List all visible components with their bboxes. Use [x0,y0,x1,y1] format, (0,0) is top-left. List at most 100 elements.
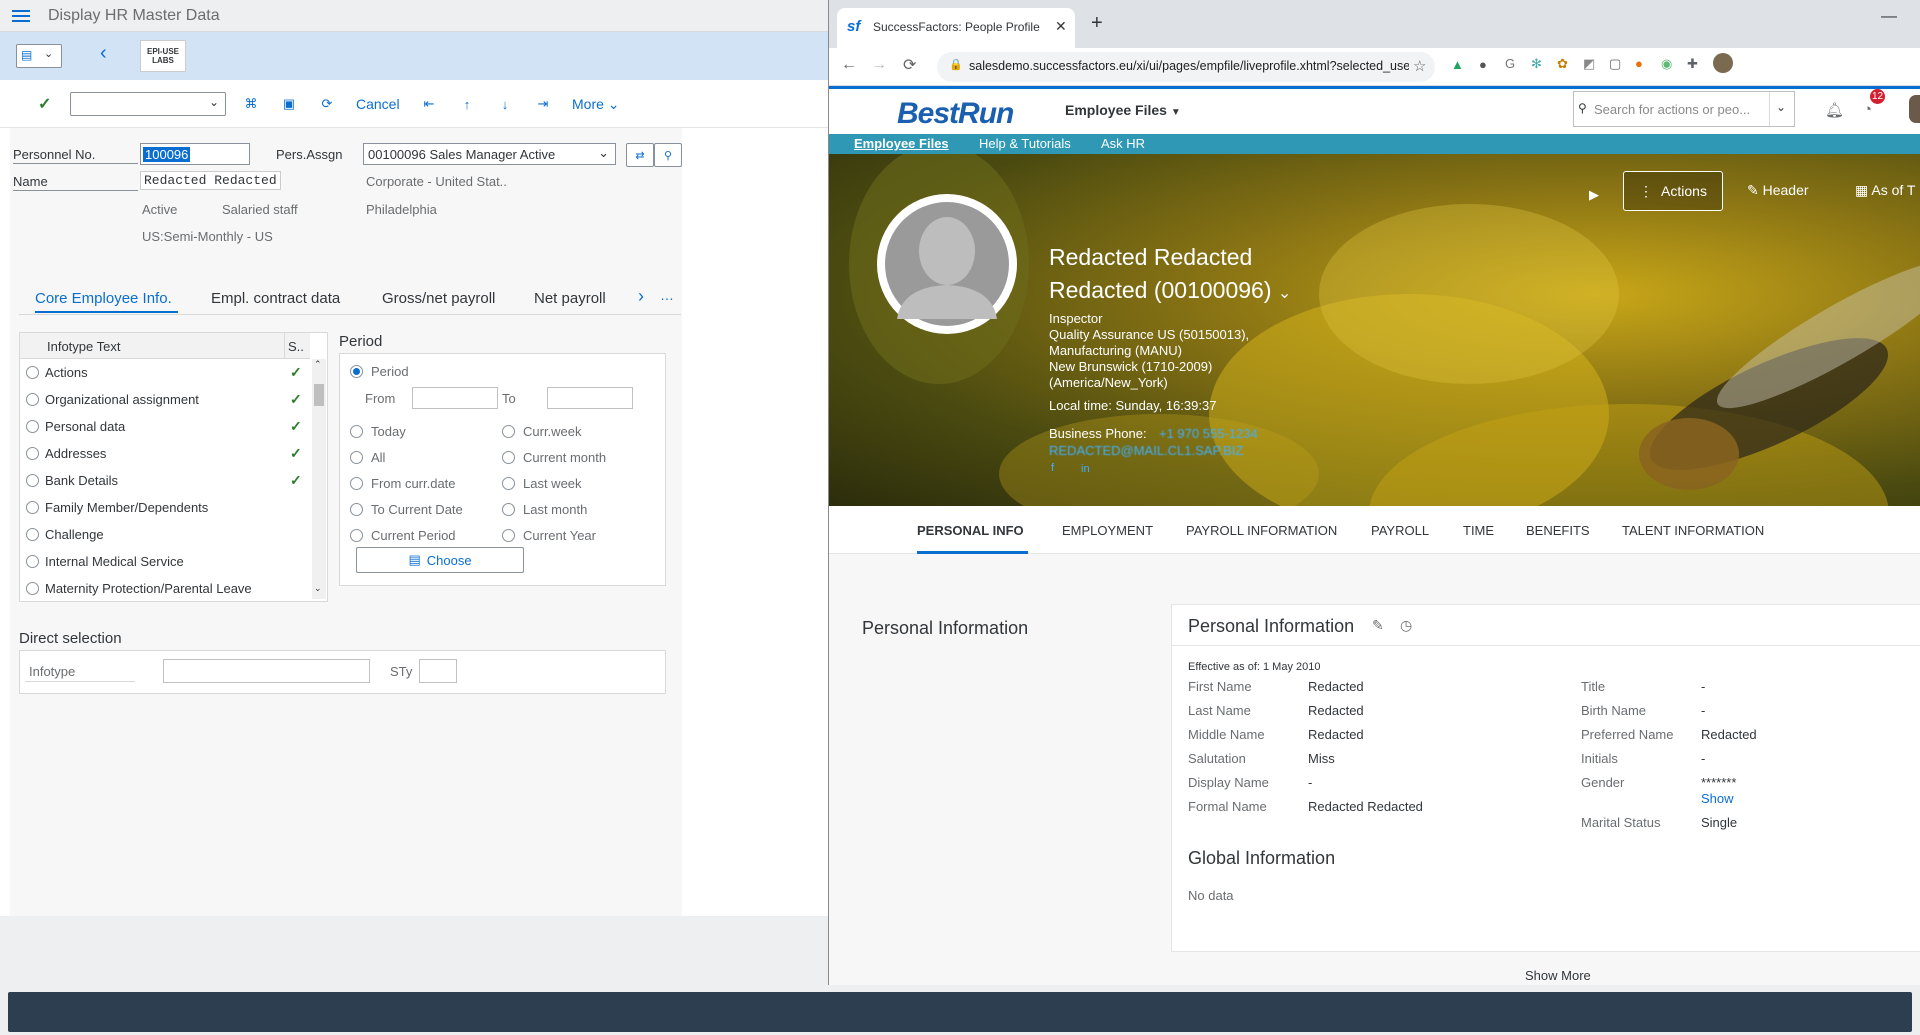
table-row[interactable]: Organizational assignment ✓ [20,386,310,413]
header-button[interactable]: ✎ Header [1747,182,1809,199]
last-page-icon[interactable]: ⇥ [532,93,554,115]
scrollbar-thumb[interactable] [314,384,324,406]
radio[interactable] [502,450,515,464]
radio[interactable] [350,502,363,516]
todo-icon[interactable]: ◔ [1863,101,1872,118]
actions-button[interactable]: ⋮ Actions [1623,171,1723,211]
sf-search-field[interactable]: ⚲ Search for actions or peo... ⌄ [1573,91,1795,127]
grammar-icon[interactable]: G [1505,56,1515,71]
period-option[interactable]: From curr.date [350,470,463,496]
row-select-radio[interactable] [26,582,39,595]
overflow-icon[interactable]: … [660,287,674,303]
puzzle-icon[interactable]: ✚ [1687,56,1698,72]
chevron-down-icon[interactable]: ⌄ [1278,285,1291,302]
tab-time[interactable]: TIME [1463,523,1494,538]
radio[interactable] [502,502,515,516]
close-tab-icon[interactable]: ✕ [1055,18,1067,35]
assignment-overview-button[interactable]: ⇄ [626,143,654,167]
row-select-radio[interactable] [26,528,39,541]
reload-icon[interactable]: ⟳ [903,55,916,75]
tab-personal-info[interactable]: PERSONAL INFO [917,523,1024,538]
period-option[interactable]: Current month [502,444,606,470]
as-of-button[interactable]: ▦ As of T [1855,182,1915,199]
period-option[interactable]: All [350,444,463,470]
extension-icon[interactable]: ◉ [1661,56,1672,72]
table-row[interactable]: Personal data ✓ [20,413,310,440]
history-icon[interactable]: ◷ [1400,617,1412,634]
to-date-input[interactable] [547,387,633,409]
profile-avatar[interactable] [1713,53,1733,73]
browser-tab[interactable]: sf SuccessFactors: People Profile ✕ [837,8,1075,48]
bell-icon[interactable]: 🔔︎ [1825,101,1844,119]
play-icon[interactable]: ▶ [1589,187,1599,203]
period-option[interactable]: Current Period [350,522,463,548]
radio[interactable] [350,476,363,490]
row-select-radio[interactable] [26,420,39,433]
nav-employee-files[interactable]: Employee Files [854,136,949,151]
period-option[interactable]: Current Year [502,522,606,548]
new-tab-icon[interactable]: + [1091,12,1103,35]
period-option[interactable]: Curr.week [502,418,606,444]
minimize-icon[interactable]: — [1881,8,1897,26]
table-row[interactable]: Bank Details ✓ [20,467,310,494]
period-option[interactable]: Last month [502,496,606,522]
row-select-radio[interactable] [26,447,39,460]
tab-payroll[interactable]: PAYROLL [1371,523,1429,538]
url-field[interactable]: 🔒 salesdemo.successfactors.eu/xi/ui/page… [937,52,1435,82]
more-button[interactable]: More ⌄ [572,96,620,113]
table-row[interactable]: Internal Medical Service [20,548,310,575]
tab-employment[interactable]: EMPLOYMENT [1062,523,1153,538]
nav-help-tutorials[interactable]: Help & Tutorials [979,136,1071,151]
extension-icon[interactable]: ● [1479,57,1487,72]
row-select-radio[interactable] [26,366,39,379]
business-phone-link[interactable]: +1 970 555-1234 [1159,426,1258,441]
nav-ask-hr[interactable]: Ask HR [1101,136,1145,151]
show-gender-link[interactable]: Show [1701,791,1734,806]
first-page-icon[interactable]: ⇤ [418,93,440,115]
pdf-icon[interactable]: ◩ [1583,56,1595,72]
row-select-radio[interactable] [26,393,39,406]
radio[interactable] [350,365,363,378]
personnel-no-field[interactable]: 100096 [140,143,250,165]
refresh-icon[interactable]: ⟳ [316,93,338,115]
teams-icon[interactable]: f [1051,462,1054,474]
extension-icon[interactable]: ● [1635,56,1643,71]
tab-core-employee-info[interactable]: Core Employee Info. [35,290,172,307]
scroll-down-icon[interactable]: ⌄ [314,583,322,594]
image-icon[interactable]: ▣ [278,93,300,115]
period-option[interactable]: Period [350,364,409,379]
tab-net-payroll[interactable]: Net payroll [534,290,606,307]
back-icon[interactable]: ← [841,56,857,74]
command-field[interactable]: ⌄ [70,92,226,116]
prev-page-icon[interactable]: ↑ [456,93,478,115]
forward-icon[interactable]: → [871,56,887,74]
period-option[interactable]: To Current Date [350,496,463,522]
radio[interactable] [350,450,363,464]
user-avatar[interactable] [1909,95,1920,123]
screenshot-icon[interactable]: ▢ [1609,56,1621,72]
from-date-input[interactable] [412,387,498,409]
email-link[interactable]: REDACTED@MAIL.CL1.SAP.BIZ [1049,443,1243,458]
pers-assgn-select[interactable]: 00100096 Sales Manager Active ⌄ [363,143,616,165]
radio[interactable] [502,476,515,490]
star-icon[interactable]: ☆ [1413,57,1426,75]
chevron-right-icon[interactable]: › [638,286,644,307]
show-more-button[interactable]: Show More [1525,968,1591,983]
snowflake-icon[interactable]: ✻ [1531,56,1542,72]
period-option[interactable]: Last week [502,470,606,496]
tab-talent-information[interactable]: TALENT INFORMATION [1622,523,1764,538]
module-picker[interactable]: Employee Files ▼ [1065,102,1181,118]
period-option[interactable]: Today [350,418,463,444]
menu-icon[interactable] [12,7,30,23]
tab-empl-contract-data[interactable]: Empl. contract data [211,290,340,307]
table-row[interactable]: Addresses ✓ [20,440,310,467]
row-select-radio[interactable] [26,474,39,487]
back-icon[interactable]: ‹ [100,42,107,65]
chevron-down-icon[interactable]: ⌄ [1776,100,1786,114]
next-page-icon[interactable]: ↓ [494,93,516,115]
tab-benefits[interactable]: BENEFITS [1526,523,1590,538]
linkedin-icon[interactable]: in [1081,463,1090,475]
table-row[interactable]: Maternity Protection/Parental Leave [20,575,310,602]
drive-icon[interactable]: ▲ [1451,57,1464,72]
check-icon[interactable]: ✓ [38,94,51,114]
